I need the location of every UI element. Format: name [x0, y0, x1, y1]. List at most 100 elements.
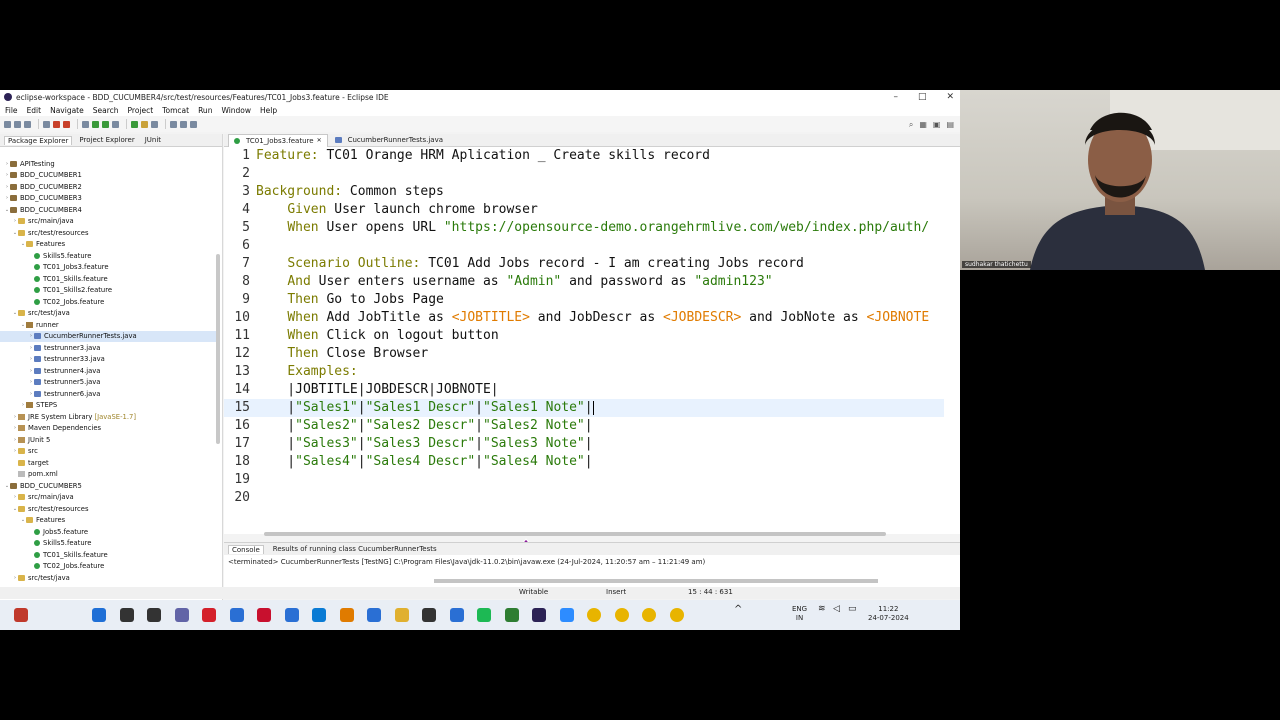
menu-edit[interactable]: Edit	[27, 106, 42, 115]
chrome4-icon[interactable]	[669, 608, 684, 622]
widgets-icon[interactable]	[14, 608, 28, 622]
tree-item[interactable]: ⌄ src/test/resources	[0, 227, 216, 239]
tree-item[interactable]: Skills5.feature	[0, 538, 216, 550]
wifi-icon[interactable]: ≋	[818, 605, 826, 614]
tree-item[interactable]: ⌄ Features	[0, 239, 216, 251]
tree-item[interactable]: Skills5.feature	[0, 250, 216, 262]
tree-item[interactable]: › src/test/java	[0, 572, 216, 584]
close-tab-icon[interactable]: ✕	[317, 137, 322, 144]
open-type-icon[interactable]	[141, 120, 148, 128]
save-all-icon[interactable]	[24, 120, 31, 128]
tree-item[interactable]: ⌄ BDD_CUCUMBER4	[0, 204, 216, 216]
code-line[interactable]: 2	[224, 165, 944, 183]
clock-time[interactable]: 11:22	[868, 605, 909, 614]
tab-project-explorer[interactable]: Project Explorer	[76, 136, 137, 144]
snipping-icon[interactable]	[284, 608, 299, 622]
menu-file[interactable]: File	[5, 106, 18, 115]
store2-icon[interactable]	[449, 608, 464, 622]
editor-horizontal-scrollbar[interactable]	[264, 532, 886, 536]
tree-item[interactable]: pom.xml	[0, 469, 216, 481]
tab-junit[interactable]: JUnit	[142, 136, 164, 144]
chrome-icon[interactable]	[587, 608, 601, 622]
debug-icon[interactable]	[53, 120, 60, 128]
save-icon[interactable]	[14, 120, 21, 128]
editor-tab[interactable]: CucumberRunnerTests.java	[330, 134, 448, 146]
tree-item[interactable]: › testrunner5.java	[0, 377, 216, 389]
battery-icon[interactable]: ▭	[848, 605, 857, 614]
debug-perspective-icon[interactable]: ▤	[946, 120, 954, 130]
new-icon[interactable]	[4, 120, 11, 128]
new-java-icon[interactable]	[131, 120, 138, 128]
java-perspective-icon[interactable]: ▣	[933, 120, 941, 130]
history-icon[interactable]	[190, 120, 197, 128]
code-line[interactable]: 5 When User opens URL "https://opensourc…	[224, 219, 944, 237]
volume-icon[interactable]: ◁	[833, 605, 840, 614]
code-area[interactable]: 1 Feature: TC01 Orange HRM Aplication _ C…	[224, 147, 944, 527]
tree-item[interactable]: ⌄ src/test/resources	[0, 503, 216, 515]
tray-chevron-icon[interactable]: ^	[734, 605, 742, 615]
code-line[interactable]: 17 |"Sales3"|"Sales3 Descr"|"Sales3 Note…	[224, 435, 944, 453]
teams-icon[interactable]	[174, 608, 189, 622]
tree-item[interactable]: › BDD_CUCUMBER1	[0, 170, 216, 182]
console-scrollbar[interactable]	[434, 579, 878, 583]
language-indicator[interactable]: ENG	[792, 605, 807, 614]
menu-help[interactable]: Help	[260, 106, 277, 115]
code-line[interactable]: 11 When Click on logout button	[224, 327, 944, 345]
store-icon[interactable]	[229, 608, 244, 622]
code-editor[interactable]: TC01_Jobs3.feature ✕ CucumberRunnerTests.j…	[224, 133, 960, 534]
search-tool-icon[interactable]	[151, 120, 158, 128]
tab-package-explorer[interactable]: Package Explorer	[4, 135, 73, 145]
forward-icon[interactable]	[180, 120, 187, 128]
explorer-scrollbar[interactable]	[216, 254, 220, 444]
task-view-icon[interactable]	[147, 608, 161, 622]
settings-icon[interactable]	[82, 120, 89, 128]
coverage-icon[interactable]	[112, 120, 119, 128]
tree-item[interactable]: › testrunner33.java	[0, 354, 216, 366]
tree-item[interactable]: ⌄ runner	[0, 319, 216, 331]
tree-item[interactable]: ⌄ Features	[0, 515, 216, 527]
perspective-icon[interactable]: ▦	[919, 120, 927, 130]
tree-item[interactable]: ⌄ BDD_CUCUMBER5	[0, 480, 216, 492]
zoom-icon[interactable]	[559, 608, 574, 622]
tree-item[interactable]: › APITesting	[0, 158, 216, 170]
stop-icon[interactable]	[63, 120, 70, 128]
menu-window[interactable]: Window	[221, 106, 251, 115]
tab-console[interactable]: Console	[228, 544, 264, 554]
menu-project[interactable]: Project	[128, 106, 154, 115]
tree-item[interactable]: › STEPS	[0, 400, 216, 412]
tree-item[interactable]: › JRE System Library [JavaSE-1.7]	[0, 411, 216, 423]
menu-search[interactable]: Search	[93, 106, 119, 115]
code-line[interactable]: 1 Feature: TC01 Orange HRM Aplication _ C…	[224, 147, 944, 165]
code-line[interactable]: 16 |"Sales2"|"Sales2 Descr"|"Sales2 Note…	[224, 417, 944, 435]
terminal-icon[interactable]	[43, 120, 50, 128]
tree-item[interactable]: › src	[0, 446, 216, 458]
tree-item[interactable]: TC01_Skills.feature	[0, 273, 216, 285]
code-line[interactable]: 9 Then Go to Jobs Page	[224, 291, 944, 309]
tab-test-results[interactable]: Results of running class CucumberRunnerT…	[270, 545, 440, 553]
back-icon[interactable]	[170, 120, 177, 128]
tree-item[interactable]: target	[0, 457, 216, 469]
tree-item[interactable]: › testrunner3.java	[0, 342, 216, 354]
search-icon[interactable]: ⌕	[909, 120, 913, 130]
code-line[interactable]: 14 |JOBTITLE|JOBDESCR|JOBNOTE|	[224, 381, 944, 399]
tree-item[interactable]: › testrunner6.java	[0, 388, 216, 400]
clock-date[interactable]: 24-07-2024	[868, 614, 909, 623]
eclipse-icon[interactable]	[532, 608, 546, 622]
tree-item[interactable]: › Maven Dependencies	[0, 423, 216, 435]
search-icon[interactable]	[119, 608, 134, 622]
windows-start-icon[interactable]	[92, 608, 106, 622]
region-indicator[interactable]: IN	[792, 614, 807, 623]
tree-item[interactable]: › BDD_CUCUMBER3	[0, 193, 216, 205]
tree-item[interactable]: › BDD_CUCUMBER2	[0, 181, 216, 193]
code-line[interactable]: 15 |"Sales1"|"Sales1 Descr"|"Sales1 Note…	[224, 399, 944, 417]
minimize-button[interactable]: –	[893, 90, 898, 104]
maximize-button[interactable]: □	[918, 90, 927, 104]
opera-icon[interactable]	[202, 608, 216, 622]
tree-item[interactable]: › src/main/java	[0, 216, 216, 228]
run-icon[interactable]	[92, 120, 99, 128]
notepad-icon[interactable]	[504, 608, 519, 622]
editor-tab[interactable]: TC01_Jobs3.feature ✕	[228, 133, 328, 147]
code-line[interactable]: 3 Background: Common steps	[224, 183, 944, 201]
code-line[interactable]: 13 Examples:	[224, 363, 944, 381]
menu-run[interactable]: Run	[198, 106, 212, 115]
